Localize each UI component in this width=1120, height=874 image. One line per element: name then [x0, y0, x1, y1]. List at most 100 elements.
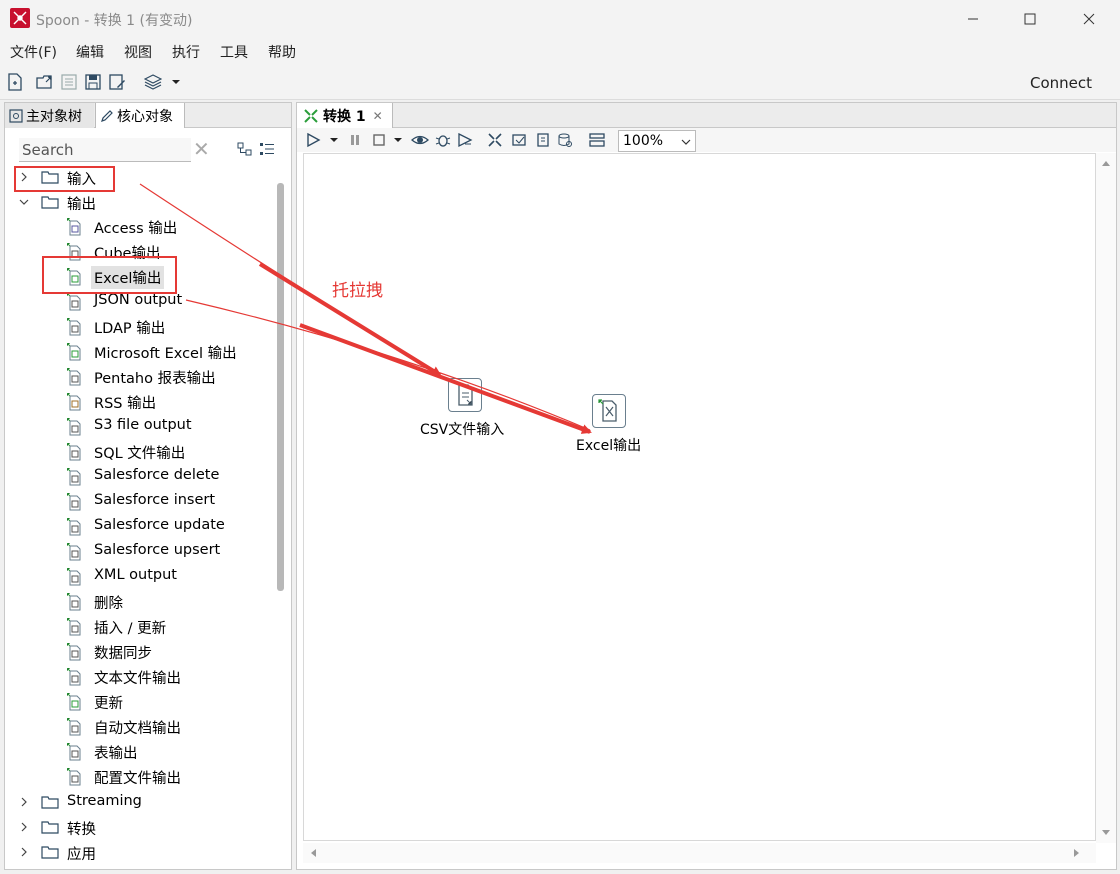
- tree-item-step[interactable]: 配置文件输出: [5, 765, 275, 790]
- tree-item-step[interactable]: Salesforce delete: [5, 465, 275, 490]
- step-icon: [67, 343, 81, 361]
- chevron-right-icon[interactable]: [19, 797, 29, 807]
- tree-item-step[interactable]: 插入 / 更新: [5, 615, 275, 640]
- menu-run[interactable]: 执行: [172, 42, 200, 62]
- minimize-icon: [968, 18, 978, 20]
- pause-icon[interactable]: [347, 132, 363, 148]
- step-icon: [67, 643, 81, 661]
- canvas-vertical-scrollbar[interactable]: [1096, 153, 1116, 843]
- expand-all-icon[interactable]: [237, 141, 253, 157]
- close-button[interactable]: [1066, 0, 1112, 38]
- tree-item-step[interactable]: Pentaho 报表输出: [5, 365, 275, 390]
- tab-core-objects[interactable]: 核心对象: [95, 103, 185, 128]
- canvas-horizontal-scrollbar[interactable]: [303, 843, 1096, 863]
- tree-item-step[interactable]: LDAP 输出: [5, 315, 275, 340]
- tab-close-icon[interactable]: ✕: [373, 109, 383, 123]
- tree-item-step[interactable]: 更新: [5, 690, 275, 715]
- show-results-icon[interactable]: [589, 132, 605, 148]
- left-panel: 主对象树 核心对象 ✕ 输入输出Access 输出Cube输出Excel输出JS…: [4, 102, 292, 870]
- scroll-left-icon[interactable]: [309, 848, 317, 858]
- impact-icon[interactable]: [511, 132, 527, 148]
- csv-input-step-icon[interactable]: [448, 378, 482, 412]
- step-icon: [67, 318, 81, 336]
- run-icon[interactable]: [305, 132, 321, 148]
- save-icon[interactable]: [84, 73, 102, 91]
- explore-db-icon[interactable]: [557, 132, 573, 148]
- window-title: Spoon - 转换 1 (有变动): [36, 13, 193, 29]
- step-icon: [67, 718, 81, 736]
- tree-item-step[interactable]: 数据同步: [5, 640, 275, 665]
- menu-edit[interactable]: 编辑: [76, 42, 104, 62]
- menu-view[interactable]: 视图: [124, 42, 152, 62]
- folder-label: 输出: [67, 197, 96, 213]
- layers-dropdown-icon[interactable]: [170, 73, 182, 91]
- verify-icon[interactable]: [487, 132, 503, 148]
- maximize-button[interactable]: [1007, 0, 1053, 38]
- tab-main-tree[interactable]: 主对象树: [5, 103, 94, 128]
- tree-item-step[interactable]: Salesforce upsert: [5, 540, 275, 565]
- run-dropdown-icon[interactable]: [329, 132, 339, 148]
- tree-item-label: 更新: [94, 696, 123, 712]
- tree-folder-other[interactable]: Streaming: [5, 790, 275, 815]
- tree-item-label: 表输出: [94, 746, 138, 762]
- layers-icon[interactable]: [144, 73, 162, 91]
- stop-icon[interactable]: [371, 132, 387, 148]
- preview-eye-icon[interactable]: [411, 132, 429, 148]
- step-icon: [67, 418, 81, 436]
- new-file-icon[interactable]: [6, 73, 24, 91]
- tree-item-label: LDAP 输出: [94, 321, 166, 337]
- left-scrollbar[interactable]: [277, 183, 284, 591]
- transformation-canvas[interactable]: CSV文件输入 Excel输出: [303, 153, 1096, 841]
- connect-button[interactable]: Connect: [1030, 74, 1092, 92]
- tree-item-step[interactable]: Microsoft Excel 输出: [5, 340, 275, 365]
- tree-item-step[interactable]: 删除: [5, 590, 275, 615]
- scroll-down-icon[interactable]: [1101, 829, 1111, 837]
- tree-item-step[interactable]: SQL 文件输出: [5, 440, 275, 465]
- tree-item-step[interactable]: 自动文档输出: [5, 715, 275, 740]
- zoom-select[interactable]: 100%: [618, 130, 696, 152]
- menu-tools[interactable]: 工具: [220, 42, 248, 62]
- tree-item-label: Microsoft Excel 输出: [94, 346, 237, 362]
- replay-icon[interactable]: [457, 132, 473, 148]
- chevron-right-icon[interactable]: [19, 822, 29, 832]
- tree-folder-output[interactable]: 输出: [5, 190, 275, 215]
- debug-icon[interactable]: [435, 132, 451, 148]
- tree-item-label: 删除: [94, 596, 123, 612]
- tab-transformation-label: 转换 1: [323, 108, 366, 125]
- tree-item-step[interactable]: Salesforce insert: [5, 490, 275, 515]
- tree-folder-other[interactable]: 转换: [5, 815, 275, 840]
- step-icon: [67, 693, 81, 711]
- tree-item-step[interactable]: Salesforce update: [5, 515, 275, 540]
- title-bar: Spoon - 转换 1 (有变动): [0, 0, 1120, 38]
- chevron-right-icon[interactable]: [19, 847, 29, 857]
- excel-output-step-icon[interactable]: [592, 394, 626, 428]
- menu-file[interactable]: 文件(F): [10, 42, 57, 62]
- explore-repository-icon[interactable]: [60, 73, 78, 91]
- chevron-down-icon[interactable]: [19, 197, 29, 207]
- tree-item-label: Salesforce insert: [94, 492, 216, 508]
- excel-output-step-label: Excel输出: [576, 438, 642, 454]
- scroll-up-icon[interactable]: [1101, 159, 1111, 167]
- stop-dropdown-icon[interactable]: [393, 132, 403, 148]
- tab-transformation[interactable]: 转换 1 ✕: [297, 103, 393, 128]
- tree-item-step[interactable]: 表输出: [5, 740, 275, 765]
- menu-help[interactable]: 帮助: [268, 42, 296, 62]
- tree-folder-other[interactable]: 应用: [5, 840, 275, 865]
- tree-item-step[interactable]: Access 输出: [5, 215, 275, 240]
- clear-search-icon[interactable]: ✕: [193, 137, 210, 161]
- tree-item-step[interactable]: RSS 输出: [5, 390, 275, 415]
- zoom-value: 100%: [623, 133, 664, 149]
- tree-item-step[interactable]: 文本文件输出: [5, 665, 275, 690]
- collapse-all-icon[interactable]: [259, 141, 275, 157]
- sql-icon[interactable]: [535, 132, 551, 148]
- highlight-excel-output: [42, 256, 177, 294]
- save-as-icon[interactable]: [108, 73, 126, 91]
- tree-item-label: 自动文档输出: [94, 721, 181, 737]
- csv-input-step-label: CSV文件输入: [420, 422, 505, 438]
- scroll-right-icon[interactable]: [1073, 848, 1081, 858]
- search-input[interactable]: [19, 138, 191, 162]
- tree-item-step[interactable]: XML output: [5, 565, 275, 590]
- tree-item-step[interactable]: S3 file output: [5, 415, 275, 440]
- open-folder-icon[interactable]: [36, 73, 54, 91]
- minimize-button[interactable]: [950, 0, 996, 38]
